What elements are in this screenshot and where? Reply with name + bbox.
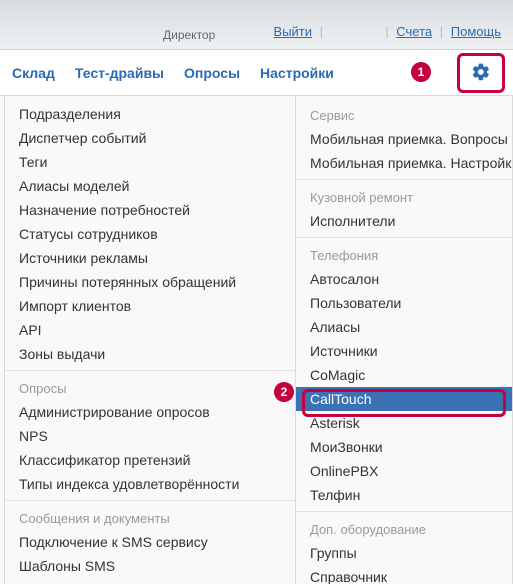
top-links: Выйти | | Счета | Помощь	[274, 24, 501, 39]
menu-item[interactable]: Мобильная приемка. Настройки	[296, 151, 512, 175]
menu-item[interactable]: Телфин	[296, 483, 512, 507]
tab-stock[interactable]: Склад	[12, 65, 55, 81]
topbar: Директор Выйти | | Счета | Помощь	[0, 0, 513, 50]
menu-item[interactable]: CallTouch	[296, 387, 512, 411]
menu-item[interactable]: Теги	[5, 150, 295, 174]
menu-item[interactable]: Источники	[296, 339, 512, 363]
tab-testdrives[interactable]: Тест-драйвы	[75, 65, 164, 81]
menu-item[interactable]: Мобильная приемка. Вопросы	[296, 127, 512, 151]
group-title-telephony: Телефония	[296, 237, 512, 267]
group-title-body: Кузовной ремонт	[296, 179, 512, 209]
settings-right-column: Сервис Мобильная приемка. ВопросыМобильн…	[296, 96, 513, 584]
settings-dropdown: ПодразделенияДиспетчер событийТегиАлиасы…	[0, 96, 513, 584]
menu-item[interactable]: Шаблоны SMS	[5, 554, 295, 578]
menu-item[interactable]: Назначение потребностей	[5, 198, 295, 222]
menu-item[interactable]: Статусы сотрудников	[5, 222, 295, 246]
menu-item[interactable]: Классификатор претензий	[5, 448, 295, 472]
settings-left-column: ПодразделенияДиспетчер событийТегиАлиасы…	[4, 96, 296, 584]
left-group-0: ПодразделенияДиспетчер событийТегиАлиасы…	[5, 102, 295, 366]
group-title-surveys: Опросы	[5, 370, 295, 400]
menu-item[interactable]: Импорт клиентов	[5, 294, 295, 318]
brand-spot	[331, 24, 378, 39]
menu-item[interactable]: Исполнители	[296, 209, 512, 233]
annotation-marker-2: 2	[274, 382, 294, 402]
tab-surveys[interactable]: Опросы	[184, 65, 240, 81]
right-group-4: ГруппыСправочник	[296, 541, 512, 584]
menu-item[interactable]: Шаблоны email	[5, 578, 295, 584]
menu-item[interactable]: Причины потерянных обращений	[5, 270, 295, 294]
annotation-marker-1: 1	[411, 62, 431, 82]
menu-item[interactable]: Подразделения	[5, 102, 295, 126]
menu-item[interactable]: Asterisk	[296, 411, 512, 435]
gear-icon	[471, 62, 491, 85]
right-group-1: Мобильная приемка. ВопросыМобильная прие…	[296, 127, 512, 175]
left-group-2: Подключение к SMS сервисуШаблоны SMSШабл…	[5, 530, 295, 584]
menu-item[interactable]: Алиасы	[296, 315, 512, 339]
group-title-equipment: Доп. оборудование	[296, 511, 512, 541]
left-group-1: Администрирование опросовNPSКлассификато…	[5, 400, 295, 496]
menu-item[interactable]: Источники рекламы	[5, 246, 295, 270]
menu-item[interactable]: Типы индекса удовлетворённости	[5, 472, 295, 496]
menu-item[interactable]: Диспетчер событий	[5, 126, 295, 150]
menu-item[interactable]: OnlinePBX	[296, 459, 512, 483]
right-group-2: Исполнители	[296, 209, 512, 233]
menu-item[interactable]: МоиЗвонки	[296, 435, 512, 459]
menu-item[interactable]: API	[5, 318, 295, 342]
menu-item[interactable]: Пользователи	[296, 291, 512, 315]
group-title-messages: Сообщения и документы	[5, 500, 295, 530]
menu-item[interactable]: Автосалон	[296, 267, 512, 291]
menu-item[interactable]: NPS	[5, 424, 295, 448]
user-role: Директор	[163, 28, 215, 42]
logout-link[interactable]: Выйти	[274, 24, 313, 39]
menu-item[interactable]: Алиасы моделей	[5, 174, 295, 198]
menu-item[interactable]: Справочник	[296, 565, 512, 584]
group-title-service: Сервис	[296, 102, 512, 127]
menu-item[interactable]: Подключение к SMS сервису	[5, 530, 295, 554]
accounts-link[interactable]: Счета	[396, 24, 432, 39]
settings-gear-button[interactable]	[457, 53, 505, 93]
nav-tabs: Склад Тест-драйвы Опросы Настройки	[0, 50, 513, 96]
menu-item[interactable]: Зоны выдачи	[5, 342, 295, 366]
tab-settings[interactable]: Настройки	[260, 65, 334, 81]
help-link[interactable]: Помощь	[451, 24, 501, 39]
menu-item[interactable]: Группы	[296, 541, 512, 565]
menu-item[interactable]: CoMagic	[296, 363, 512, 387]
right-group-3: АвтосалонПользователиАлиасыИсточникиCoMa…	[296, 267, 512, 507]
menu-item[interactable]: Администрирование опросов	[5, 400, 295, 424]
